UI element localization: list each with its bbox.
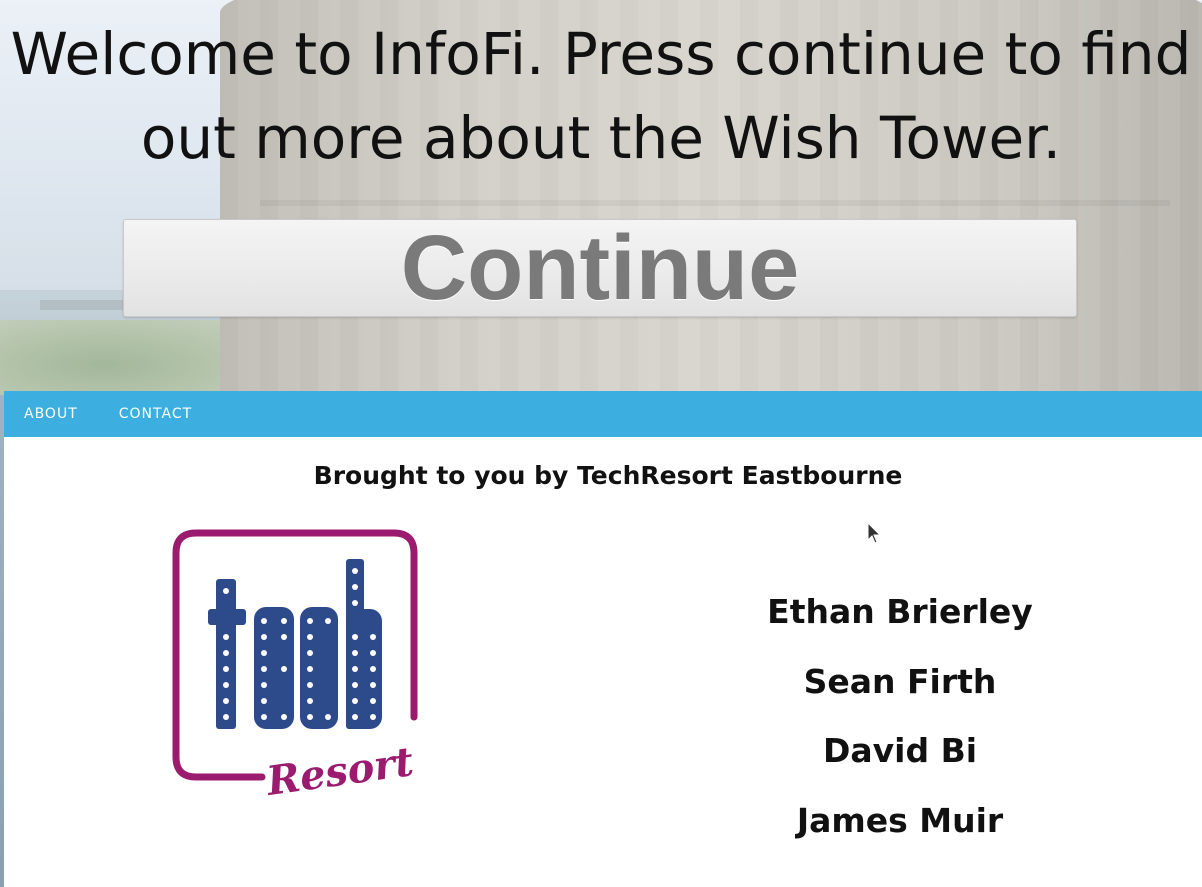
continue-button-label: Continue bbox=[400, 216, 800, 319]
team-member-name: Sean Firth bbox=[803, 661, 997, 701]
team-member-name: James Muir bbox=[796, 800, 1004, 840]
credits-section: Brought to you by TechResort Eastbourne bbox=[4, 437, 1202, 887]
nav-contact-link[interactable]: CONTACT bbox=[119, 406, 192, 422]
brought-to-you-heading: Brought to you by TechResort Eastbourne bbox=[313, 461, 903, 490]
mouse-cursor-icon bbox=[867, 522, 881, 544]
team-names: Ethan Brierley Sean Firth David Bi James… bbox=[704, 577, 1096, 855]
team-member-name: David Bi bbox=[822, 731, 978, 770]
techresort-logo: Resort bbox=[172, 529, 418, 799]
navbar: ABOUT CONTACT bbox=[4, 391, 1202, 437]
hero-banner: Welcome to InfoFi. Press continue to fin… bbox=[0, 0, 1202, 395]
continue-button[interactable]: Continue bbox=[123, 217, 1077, 319]
welcome-heading: Welcome to InfoFi. Press continue to fin… bbox=[0, 12, 1202, 180]
team-member-name: Ethan Brierley bbox=[767, 592, 1033, 631]
welcome-line-1: Welcome to InfoFi. Press continue to fin… bbox=[10, 20, 1192, 88]
svg-text:Resort: Resort bbox=[263, 738, 417, 799]
nav-about-link[interactable]: ABOUT bbox=[24, 406, 78, 422]
welcome-line-2: out more about the Wish Tower. bbox=[140, 104, 1062, 172]
